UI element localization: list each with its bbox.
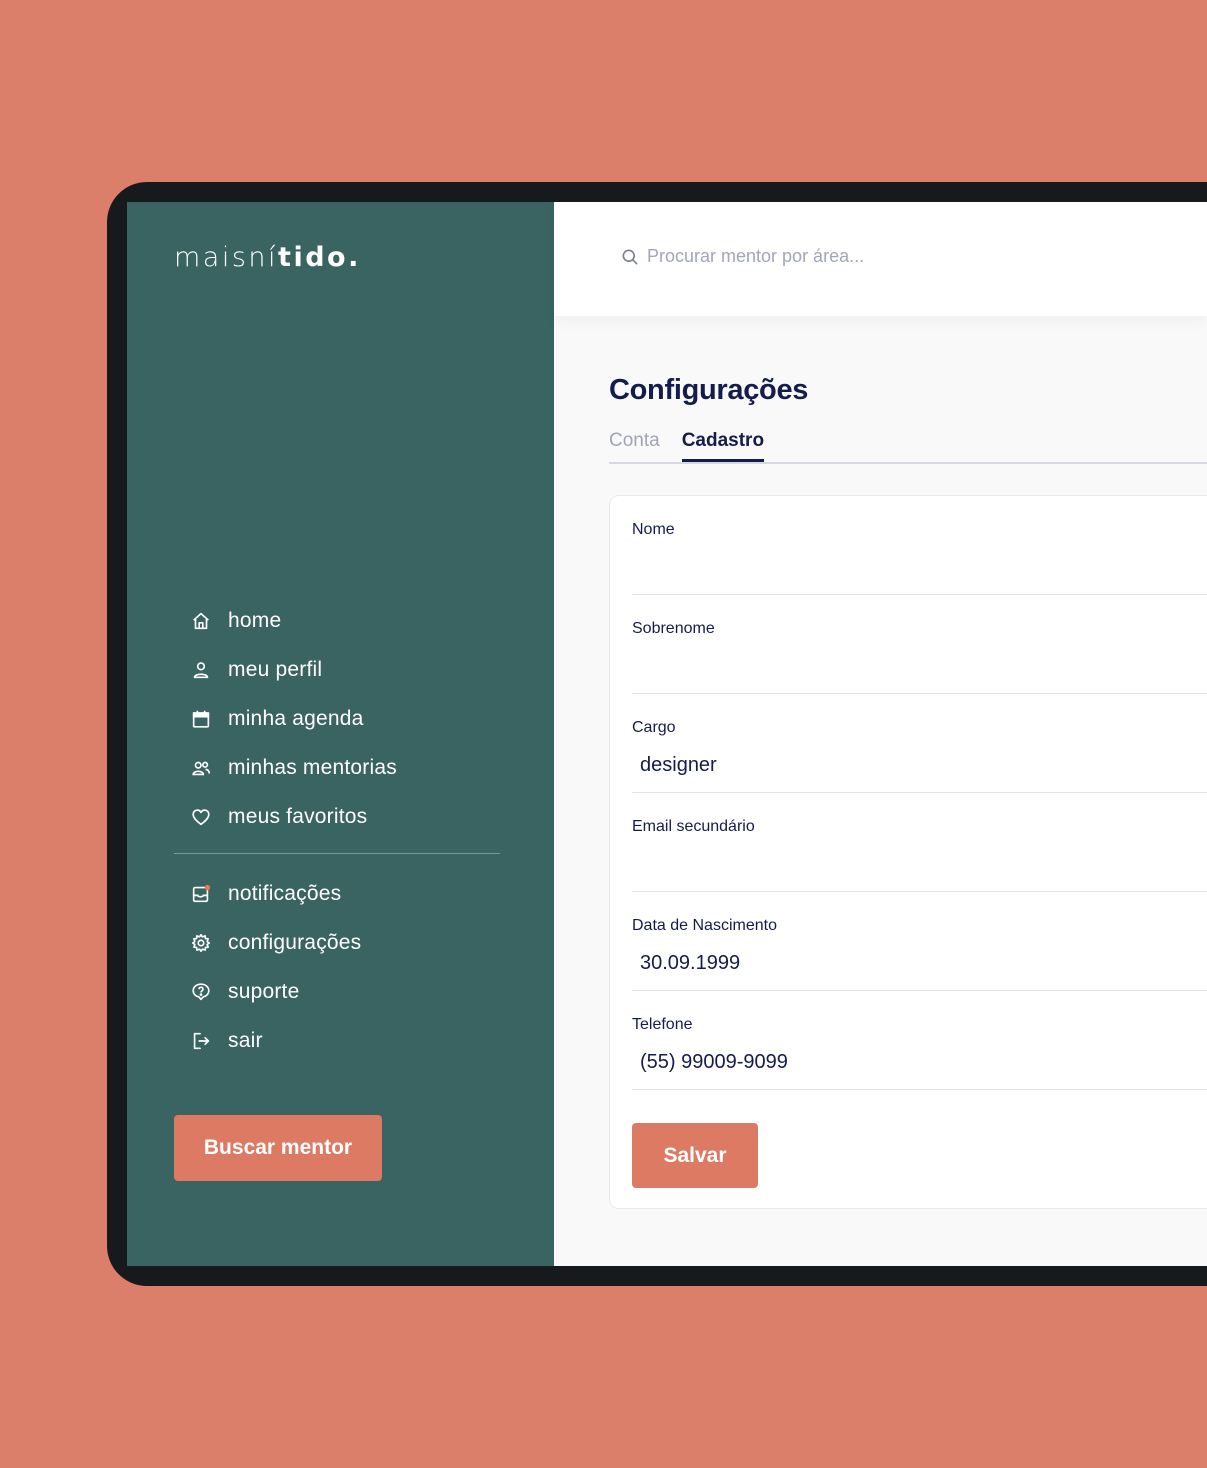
app-screen: maisnítido. home meu perfil minha agenda — [127, 202, 1207, 1266]
top-bar — [554, 202, 1207, 316]
sidebar-item-minha-agenda[interactable]: minha agenda — [174, 694, 500, 743]
data-nascimento-input[interactable] — [640, 952, 1200, 975]
users-icon — [174, 757, 228, 779]
logo-part-bold: tido. — [278, 242, 361, 273]
sobrenome-input[interactable] — [640, 655, 1200, 678]
tab-conta[interactable]: Conta — [609, 430, 660, 462]
sidebar-item-meu-perfil[interactable]: meu perfil — [174, 645, 500, 694]
sidebar-item-sair[interactable]: sair — [174, 1016, 500, 1065]
cargo-field[interactable]: Cargo — [632, 694, 1207, 793]
data-nascimento-field[interactable]: Data de Nascimento — [632, 892, 1207, 991]
sidebar-item-label: home — [228, 608, 282, 632]
sidebar: maisnítido. home meu perfil minha agenda — [127, 202, 554, 1266]
email-secundario-field[interactable]: Email secundário — [632, 793, 1207, 892]
buscar-mentor-button[interactable]: Buscar mentor — [174, 1115, 382, 1181]
sidebar-item-notificacoes[interactable]: notificações — [174, 869, 500, 918]
nome-field[interactable]: Nome — [632, 496, 1207, 595]
main-content: Configurações Conta Cadastro Nome Sobren… — [554, 316, 1207, 1266]
sobrenome-label: Sobrenome — [632, 620, 715, 637]
search-bar[interactable] — [620, 246, 1027, 267]
gear-icon — [174, 932, 228, 954]
primary-nav: home meu perfil minha agenda minhas ment… — [174, 596, 500, 841]
sidebar-item-home[interactable]: home — [174, 596, 500, 645]
sidebar-item-label: suporte — [228, 979, 300, 1003]
help-icon — [174, 981, 228, 1003]
heart-icon — [174, 806, 228, 828]
sobrenome-field[interactable]: Sobrenome — [632, 595, 1207, 694]
nome-input[interactable] — [640, 556, 1200, 579]
cargo-label: Cargo — [632, 719, 676, 736]
sidebar-item-label: minha agenda — [228, 706, 364, 730]
page-title: Configurações — [609, 374, 809, 406]
logout-icon — [174, 1030, 228, 1052]
secondary-nav: notificações configurações suporte sair — [174, 869, 500, 1065]
data-nascimento-label: Data de Nascimento — [632, 917, 777, 934]
sidebar-item-minhas-mentorias[interactable]: minhas mentorias — [174, 743, 500, 792]
logo[interactable]: maisnítido. — [174, 242, 361, 273]
profile-form-card: Nome Sobrenome Cargo Email secundário Da… — [609, 495, 1207, 1209]
calendar-icon — [174, 708, 228, 730]
sidebar-item-meus-favoritos[interactable]: meus favoritos — [174, 792, 500, 841]
telefone-label: Telefone — [632, 1016, 693, 1033]
sidebar-item-label: minhas mentorias — [228, 755, 397, 779]
save-button[interactable]: Salvar — [632, 1123, 758, 1188]
sidebar-item-suporte[interactable]: suporte — [174, 967, 500, 1016]
sidebar-item-label: meus favoritos — [228, 804, 368, 828]
sidebar-item-label: configurações — [228, 930, 362, 954]
search-input[interactable] — [647, 246, 1027, 267]
sidebar-item-label: meu perfil — [228, 657, 323, 681]
email-secundario-input[interactable] — [640, 853, 1200, 876]
sidebar-item-configuracoes[interactable]: configurações — [174, 918, 500, 967]
tab-cadastro[interactable]: Cadastro — [681, 430, 765, 462]
sidebar-divider — [174, 853, 500, 854]
telefone-input[interactable] — [640, 1051, 1200, 1074]
nome-label: Nome — [632, 521, 675, 538]
email-secundario-label: Email secundário — [632, 818, 755, 835]
cargo-input[interactable] — [640, 754, 1200, 777]
sidebar-item-label: sair — [228, 1028, 263, 1052]
user-icon — [174, 659, 228, 681]
telefone-field[interactable]: Telefone — [632, 991, 1207, 1090]
inbox-notification-icon — [174, 883, 228, 905]
sidebar-item-label: notificações — [228, 881, 342, 905]
search-icon — [622, 249, 638, 264]
tab-bar: Conta Cadastro — [609, 430, 1207, 464]
home-icon — [174, 610, 228, 632]
logo-part-light: maisní — [174, 242, 279, 273]
